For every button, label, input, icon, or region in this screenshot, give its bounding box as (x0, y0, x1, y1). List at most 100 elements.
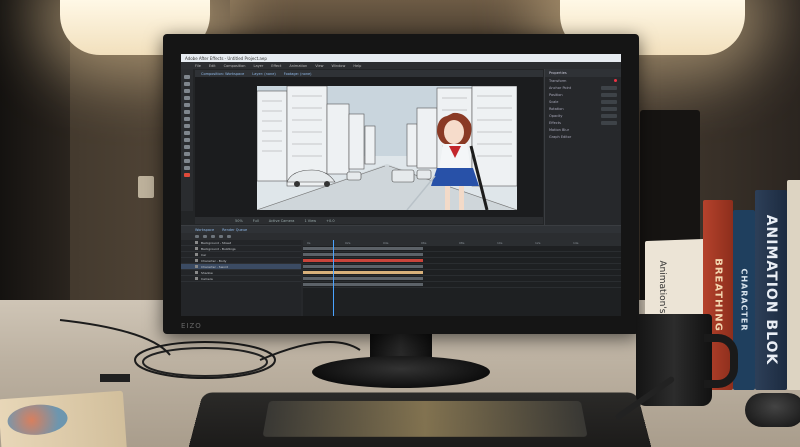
type-tool-icon[interactable] (184, 131, 190, 135)
lock-icon[interactable] (203, 235, 207, 238)
layer-color-swatch[interactable] (195, 271, 198, 274)
timeline-panel: Workspace Render Queue Background - Stre… (181, 225, 621, 316)
viewer-footer: 50% Full Active Camera 1 View +0.0 (195, 217, 543, 224)
layer-list: Background - Street Background - Buildin… (181, 240, 301, 316)
ruler-tick: 02s (345, 241, 350, 245)
composition-viewer[interactable] (195, 77, 543, 217)
puppet-tool-icon[interactable] (184, 166, 190, 170)
layer-color-swatch[interactable] (195, 259, 198, 262)
ruler-tick: 08s (459, 241, 464, 245)
fill-color-swatch[interactable] (184, 173, 190, 177)
menu-composition[interactable]: Composition (224, 64, 246, 68)
prop-value[interactable] (601, 121, 617, 125)
layer-bar[interactable] (303, 253, 423, 256)
clone-tool-icon[interactable] (184, 145, 190, 149)
layer-track[interactable] (303, 282, 621, 288)
roto-tool-icon[interactable] (184, 159, 190, 163)
ruler-tick: 12s (535, 241, 540, 245)
tab-footage[interactable]: Footage: (none) (284, 72, 312, 76)
prop-row[interactable]: Motion Blur (545, 126, 621, 133)
monitor-base (312, 356, 490, 388)
exposure-value[interactable]: +0.0 (326, 219, 335, 223)
shape-tool-icon[interactable] (184, 117, 190, 121)
motion-blur-icon[interactable] (219, 235, 223, 238)
pan-tool-icon[interactable] (184, 110, 190, 114)
menu-effect[interactable]: Effect (271, 64, 281, 68)
drawing-tablet (186, 392, 653, 447)
layer-bar[interactable] (303, 265, 423, 268)
layer-name: Background - Buildings (201, 247, 236, 251)
camera-tool-icon[interactable] (184, 103, 190, 107)
menu-animation[interactable]: Animation (289, 64, 307, 68)
monitor: EIZO Adobe After Effects - Untitled Proj… (163, 34, 639, 334)
hand-tool-icon[interactable] (184, 82, 190, 86)
zoom-tool-icon[interactable] (184, 89, 190, 93)
timeline-tracks[interactable]: 0s 02s 04s 06s 08s 10s 12s 14s (303, 240, 621, 316)
ruler-tick: 0s (307, 241, 310, 245)
prop-label: Position (549, 93, 563, 97)
prop-row[interactable]: Opacity (545, 112, 621, 119)
window-title: Adobe After Effects - Untitled Project.a… (185, 56, 267, 61)
properties-panel-header: Properties (545, 69, 621, 77)
tab-composition[interactable]: Composition: Workspace (201, 72, 244, 76)
camera-select[interactable]: Active Camera (269, 219, 295, 223)
prop-row[interactable]: Graph Editor (545, 133, 621, 140)
keyframe-icon[interactable] (614, 79, 617, 82)
tab-timeline-workspace[interactable]: Workspace (195, 228, 214, 232)
composition-canvas[interactable] (257, 86, 517, 210)
prop-value[interactable] (601, 93, 617, 97)
layer-color-swatch[interactable] (195, 247, 198, 250)
book-spine-title: BREATHING (713, 258, 724, 332)
prop-row[interactable]: Effects (545, 119, 621, 126)
prop-label: Opacity (549, 114, 562, 118)
layer-name: Character - Body (201, 259, 226, 263)
eraser-tool-icon[interactable] (184, 152, 190, 156)
layer-color-swatch[interactable] (195, 241, 198, 244)
prop-value[interactable] (601, 86, 617, 90)
zoom-level[interactable]: 50% (235, 219, 243, 223)
menu-file[interactable]: File (195, 64, 201, 68)
prop-value[interactable] (601, 100, 617, 104)
prop-value[interactable] (601, 107, 617, 111)
book-white (787, 180, 800, 390)
prop-label: Rotation (549, 107, 564, 111)
book-spine-title: CHARACTER (740, 268, 749, 331)
prop-row[interactable]: Transform (545, 77, 621, 84)
shy-icon[interactable] (211, 235, 215, 238)
layer-bar[interactable] (303, 247, 423, 250)
layer-bar[interactable] (303, 283, 423, 286)
prop-row[interactable]: Rotation (545, 105, 621, 112)
prop-row[interactable]: Position (545, 91, 621, 98)
layer-color-swatch[interactable] (195, 265, 198, 268)
prop-row[interactable]: Anchor Point (545, 84, 621, 91)
ruler-tick: 14s (573, 241, 578, 245)
prop-label: Graph Editor (549, 135, 571, 139)
rotate-tool-icon[interactable] (184, 96, 190, 100)
tab-render-queue[interactable]: Render Queue (222, 228, 247, 232)
menu-help[interactable]: Help (353, 64, 361, 68)
graph-editor-icon[interactable] (227, 235, 231, 238)
brush-tool-icon[interactable] (184, 138, 190, 142)
prop-row[interactable]: Scale (545, 98, 621, 105)
layer-color-swatch[interactable] (195, 277, 198, 280)
menu-edit[interactable]: Edit (209, 64, 216, 68)
title-bar: Adobe After Effects - Untitled Project.a… (181, 54, 621, 62)
solo-icon[interactable] (195, 235, 199, 238)
pen-tool-icon[interactable] (184, 124, 190, 128)
resolution-select[interactable]: Full (253, 219, 259, 223)
menu-layer[interactable]: Layer (254, 64, 264, 68)
layer-bar[interactable] (303, 277, 423, 280)
menu-window[interactable]: Window (332, 64, 346, 68)
layer-bar[interactable] (303, 271, 423, 274)
layer-bar[interactable] (303, 259, 423, 262)
mug-handle (704, 334, 738, 388)
selection-tool-icon[interactable] (184, 75, 190, 79)
layer-color-swatch[interactable] (195, 253, 198, 256)
tools-panel (181, 69, 193, 211)
layer-row[interactable]: Camera (181, 276, 301, 282)
tab-layer[interactable]: Layer: (none) (252, 72, 275, 76)
prop-value[interactable] (601, 114, 617, 118)
menu-view[interactable]: View (315, 64, 323, 68)
view-layout-select[interactable]: 1 View (304, 219, 316, 223)
playhead[interactable] (333, 240, 334, 316)
